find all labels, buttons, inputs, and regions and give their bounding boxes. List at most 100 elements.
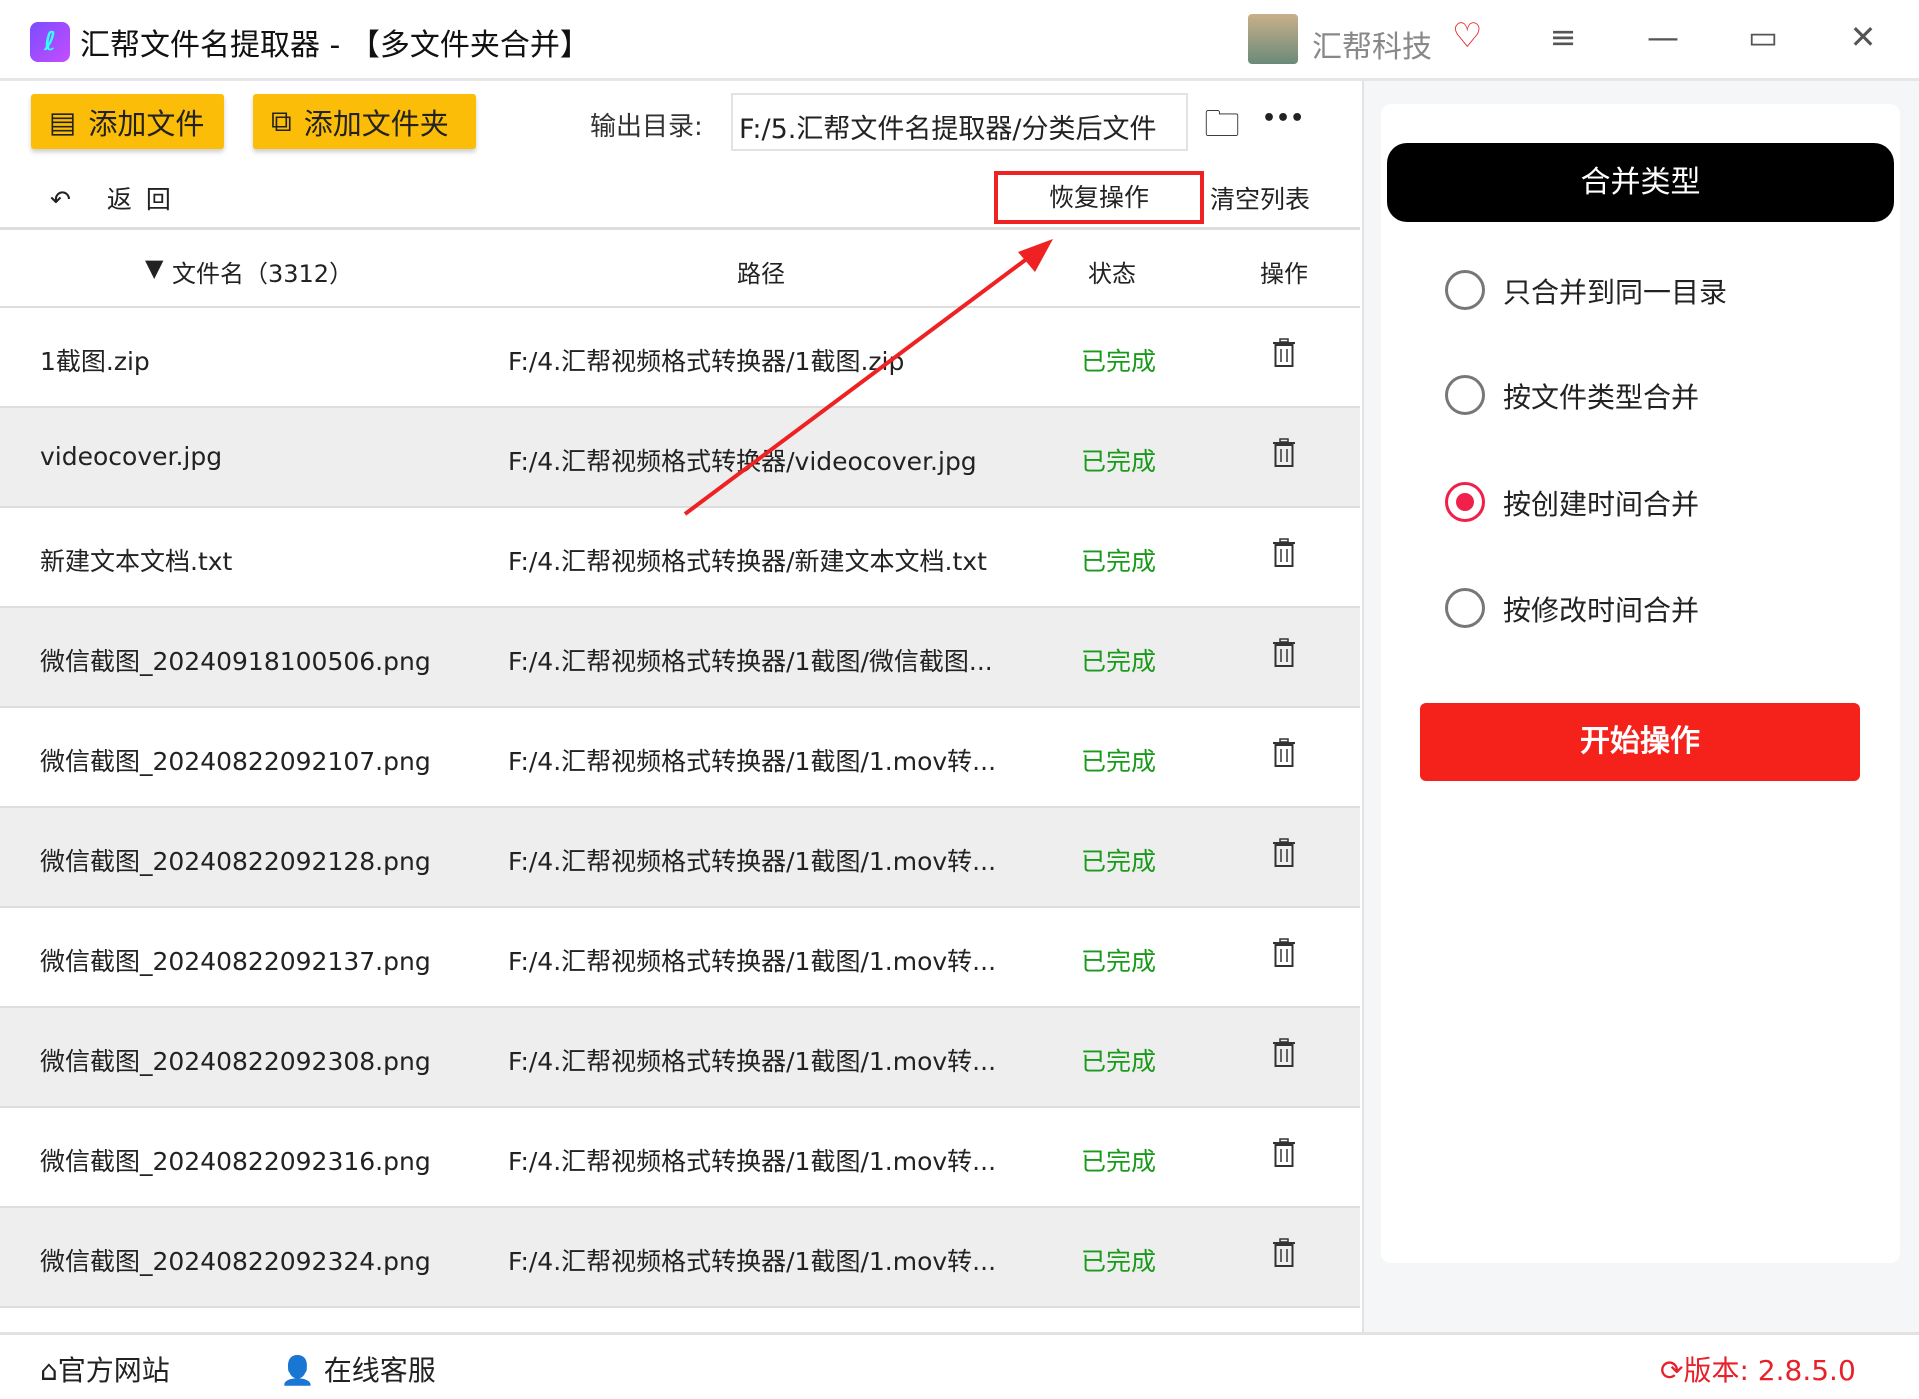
output-dir-input[interactable]: F:/5.汇帮文件名提取器/分类后文件 <box>731 93 1188 151</box>
status-badge: 已完成 <box>1081 347 1157 376</box>
file-name: videocover.jpg <box>40 442 223 471</box>
version-info[interactable]: ⟳版本: 2.8.5.0 <box>1660 1349 1856 1389</box>
back-label: 返回 <box>106 185 185 214</box>
file-path: F:/4.汇帮视频格式转换器/1截图.zip <box>508 347 905 376</box>
table-row[interactable]: 新建文本文档.txt F:/4.汇帮视频格式转换器/新建文本文档.txt 已完成 <box>0 508 1360 608</box>
table-row[interactable]: 微信截图_20240822092308.png F:/4.汇帮视频格式转换器/1… <box>0 1008 1360 1108</box>
add-folder-button[interactable]: ⧉ 添加文件夹 <box>253 94 476 149</box>
trash-icon[interactable] <box>1272 938 1296 968</box>
add-file-label: 添加文件 <box>88 106 205 141</box>
merge-option-label[interactable]: 只合并到同一目录 <box>1503 271 1727 311</box>
vip-heart-icon[interactable]: ♡ <box>1452 16 1482 56</box>
maximize-button[interactable]: ▭ <box>1738 18 1788 56</box>
status-badge: 已完成 <box>1081 547 1157 576</box>
trash-icon[interactable] <box>1272 1238 1296 1268</box>
status-badge: 已完成 <box>1081 647 1157 676</box>
file-path: F:/4.汇帮视频格式转换器/1截图/1.mov转... <box>508 847 997 876</box>
merge-option-label[interactable]: 按修改时间合并 <box>1503 589 1699 629</box>
refresh-icon: ⟳ <box>1660 1354 1684 1387</box>
file-list-icon: ▤ <box>49 104 77 139</box>
file-path: F:/4.汇帮视频格式转换器/1截图/1.mov转... <box>508 1047 997 1076</box>
status-badge: 已完成 <box>1081 447 1157 476</box>
table-row[interactable]: 微信截图_20240822092107.png F:/4.汇帮视频格式转换器/1… <box>0 708 1360 808</box>
table-row[interactable]: 微信截图_20240822092128.png F:/4.汇帮视频格式转换器/1… <box>0 808 1360 908</box>
more-button[interactable]: ••• <box>1262 106 1304 131</box>
app-logo-icon: ℓ <box>30 22 70 62</box>
status-badge: 已完成 <box>1081 1047 1157 1076</box>
merge-type-title: 合并类型 <box>1387 143 1894 222</box>
file-path: F:/4.汇帮视频格式转换器/1截图/1.mov转... <box>508 1247 997 1276</box>
table-row[interactable]: 微信截图_20240822092324.png F:/4.汇帮视频格式转换器/1… <box>0 1208 1360 1308</box>
menu-button[interactable]: ≡ <box>1538 18 1588 56</box>
file-name: 新建文本文档.txt <box>40 547 233 576</box>
clear-list-button[interactable]: 清空列表 <box>1210 180 1310 216</box>
status-badge: 已完成 <box>1081 1147 1157 1176</box>
merge-option-radio[interactable] <box>1445 270 1485 310</box>
table-row[interactable]: 1截图.zip F:/4.汇帮视频格式转换器/1截图.zip 已完成 <box>0 308 1360 408</box>
trash-icon[interactable] <box>1272 1038 1296 1068</box>
trash-icon[interactable] <box>1272 1138 1296 1168</box>
trash-icon[interactable] <box>1272 338 1296 368</box>
trash-icon[interactable] <box>1272 838 1296 868</box>
col-path: 路径 <box>737 260 785 288</box>
file-name: 微信截图_20240822092128.png <box>40 847 431 876</box>
file-name: 微信截图_20240822092137.png <box>40 947 431 976</box>
avatar[interactable] <box>1248 14 1298 64</box>
table-row[interactable]: 微信截图_20240918100506.png F:/4.汇帮视频格式转换器/1… <box>0 608 1360 708</box>
window-title: 汇帮文件名提取器 - 【多文件夹合并】 <box>80 28 590 63</box>
col-op: 操作 <box>1260 260 1308 288</box>
website-label: 官方网站 <box>57 1354 170 1387</box>
merge-option-radio[interactable] <box>1445 375 1485 415</box>
merge-option-radio[interactable] <box>1445 588 1485 628</box>
status-badge: 已完成 <box>1081 1247 1157 1276</box>
back-button[interactable]: ↶ 返回 <box>50 180 185 216</box>
support-link[interactable]: 👤 在线客服 <box>280 1349 436 1389</box>
file-path: F:/4.汇帮视频格式转换器/1截图/微信截图... <box>508 647 993 676</box>
trash-icon[interactable] <box>1272 538 1296 568</box>
add-file-button[interactable]: ▤ 添加文件 <box>31 94 224 149</box>
start-button[interactable]: 开始操作 <box>1420 703 1860 781</box>
restore-button[interactable]: 恢复操作 <box>994 171 1204 224</box>
file-path: F:/4.汇帮视频格式转换器/1截图/1.mov转... <box>508 947 997 976</box>
folder-open-icon[interactable]: 🗀 <box>1204 98 1240 159</box>
folder-add-icon: ⧉ <box>271 104 292 138</box>
merge-option-radio[interactable] <box>1445 482 1485 522</box>
table-row[interactable]: videocover.jpg F:/4.汇帮视频格式转换器/videocover… <box>0 408 1360 508</box>
add-folder-label: 添加文件夹 <box>303 106 449 141</box>
table-header: ▼ 文件名（3312） 路径 状态 操作 <box>0 230 1360 308</box>
footer: ⌂官方网站 👤 在线客服 ⟳版本: 2.8.5.0 <box>0 1332 1919 1399</box>
file-name: 微信截图_20240918100506.png <box>40 647 431 676</box>
file-path: F:/4.汇帮视频格式转换器/新建文本文档.txt <box>508 547 987 576</box>
status-badge: 已完成 <box>1081 847 1157 876</box>
table-bottom <box>0 1310 1360 1332</box>
website-link[interactable]: ⌂官方网站 <box>40 1349 170 1389</box>
col-status: 状态 <box>1088 260 1136 288</box>
file-path: F:/4.汇帮视频格式转换器/videocover.jpg <box>508 447 977 476</box>
user-icon: 👤 <box>280 1354 315 1387</box>
close-button[interactable]: ✕ <box>1838 18 1888 56</box>
back-arrow-icon: ↶ <box>50 185 85 214</box>
home-icon: ⌂ <box>40 1354 58 1387</box>
table-row[interactable]: 微信截图_20240822092137.png F:/4.汇帮视频格式转换器/1… <box>0 908 1360 1008</box>
support-label: 在线客服 <box>323 1354 436 1387</box>
trash-icon[interactable] <box>1272 738 1296 768</box>
file-path: F:/4.汇帮视频格式转换器/1截图/1.mov转... <box>508 747 997 776</box>
file-name: 微信截图_20240822092308.png <box>40 1047 431 1076</box>
version-label: 版本: 2.8.5.0 <box>1683 1354 1856 1387</box>
col-name[interactable]: 文件名（3312） <box>172 254 353 289</box>
title-bar: ℓ 汇帮文件名提取器 - 【多文件夹合并】 汇帮科技 ♡ ≡ — ▭ ✕ <box>0 0 1919 81</box>
output-dir-label: 输出目录: <box>590 112 703 142</box>
merge-option-label[interactable]: 按文件类型合并 <box>1503 376 1699 416</box>
file-name: 微信截图_20240822092316.png <box>40 1147 431 1176</box>
status-badge: 已完成 <box>1081 747 1157 776</box>
merge-option-label[interactable]: 按创建时间合并 <box>1503 483 1699 523</box>
file-path: F:/4.汇帮视频格式转换器/1截图/1.mov转... <box>508 1147 997 1176</box>
sort-down-icon[interactable]: ▼ <box>145 254 163 282</box>
brand-name: 汇帮科技 <box>1312 30 1432 65</box>
trash-icon[interactable] <box>1272 638 1296 668</box>
file-name: 1截图.zip <box>40 347 150 376</box>
table-row[interactable]: 微信截图_20240822092316.png F:/4.汇帮视频格式转换器/1… <box>0 1108 1360 1208</box>
trash-icon[interactable] <box>1272 438 1296 468</box>
file-name: 微信截图_20240822092107.png <box>40 747 431 776</box>
minimize-button[interactable]: — <box>1638 18 1688 56</box>
